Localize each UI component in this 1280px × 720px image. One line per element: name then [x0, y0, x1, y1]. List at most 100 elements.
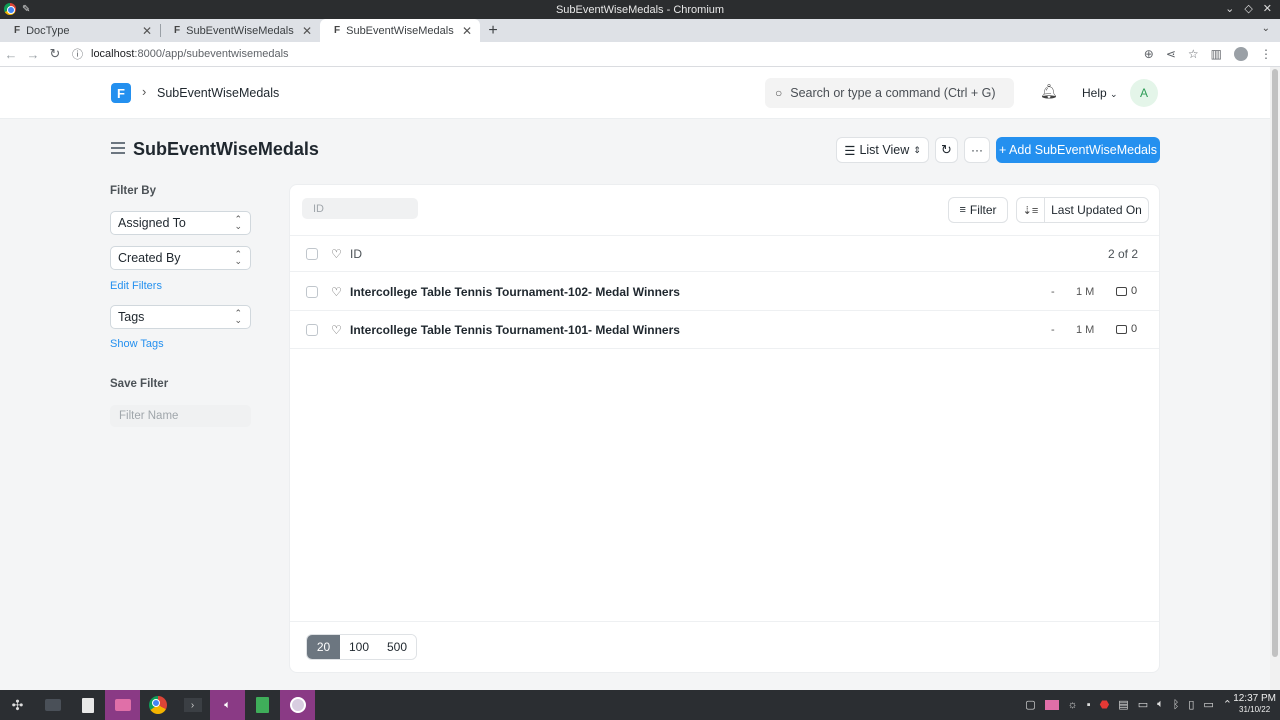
- browser-tab-subeventwisemedals-active[interactable]: F SubEventWiseMedals ✕: [320, 19, 480, 42]
- page-title: SubEventWiseMedals: [133, 139, 319, 159]
- edit-filters-link[interactable]: Edit Filters: [110, 280, 162, 292]
- row-checkbox[interactable]: [306, 286, 318, 298]
- select-all-checkbox[interactable]: [306, 248, 318, 260]
- row-checkbox[interactable]: [306, 324, 318, 336]
- row-status: -: [1051, 324, 1055, 336]
- tab-title: SubEventWiseMedals: [186, 24, 294, 37]
- created-by-label: Created By: [118, 251, 181, 265]
- clock[interactable]: 12:37 PM 31/10/22: [1233, 693, 1276, 715]
- network-icon[interactable]: ☼: [1068, 699, 1078, 711]
- row-comment-count[interactable]: 0: [1116, 285, 1137, 297]
- monitor-icon[interactable]: ▭: [1203, 698, 1213, 711]
- share-icon[interactable]: ⋖: [1166, 47, 1176, 61]
- filter-button[interactable]: ≡ Filter: [948, 197, 1008, 223]
- divider: [290, 348, 1159, 349]
- zoom-icon[interactable]: ⊕: [1144, 47, 1154, 61]
- like-heart-icon[interactable]: ♡: [331, 285, 342, 299]
- maximize-icon[interactable]: ◇: [1244, 2, 1252, 15]
- page-size-100[interactable]: 100: [340, 635, 378, 659]
- security-shield-icon[interactable]: ⬣: [1100, 698, 1110, 711]
- display-icon[interactable]: ▭: [1138, 698, 1148, 711]
- list-view-switcher[interactable]: ☰ List View ⇕: [836, 137, 929, 163]
- refresh-icon: ↻: [941, 142, 952, 157]
- divider: [290, 310, 1159, 311]
- file-manager-icon[interactable]: [105, 690, 140, 720]
- spreadsheet-icon[interactable]: [245, 690, 280, 720]
- assigned-to-select[interactable]: Assigned To ⌃ ⌄: [110, 211, 251, 235]
- profile-icon[interactable]: [1234, 47, 1248, 61]
- add-subeventwisemedals-button[interactable]: + Add SubEventWiseMedals: [996, 137, 1160, 163]
- bluetooth-icon[interactable]: ᛒ: [1173, 699, 1180, 711]
- more-actions-button[interactable]: ···: [964, 137, 990, 163]
- awesome-bar-search[interactable]: ○ Search or type a command (Ctrl + G): [765, 78, 1014, 108]
- list-row-title[interactable]: Intercollege Table Tennis Tournament-102…: [350, 285, 680, 299]
- url-path: :8000/app/subeventwisemedals: [134, 48, 289, 60]
- tab-search-icon[interactable]: ⌄: [1262, 23, 1270, 34]
- page-scrollbar[interactable]: [1270, 67, 1280, 690]
- frappe-logo[interactable]: F: [111, 83, 131, 103]
- tray-expand-icon[interactable]: ⌃: [1223, 698, 1232, 711]
- browser-menu-icon[interactable]: ⋮: [1260, 47, 1272, 61]
- app-launcher-icon[interactable]: ✣: [0, 690, 35, 720]
- new-tab-button[interactable]: +: [480, 19, 506, 42]
- breadcrumb[interactable]: SubEventWiseMedals: [157, 86, 279, 100]
- like-heart-icon[interactable]: ♡: [331, 247, 342, 261]
- bookmark-star-icon[interactable]: ☆: [1188, 47, 1199, 61]
- comment-icon: [1116, 286, 1127, 296]
- battery-icon[interactable]: ▯: [1188, 698, 1194, 711]
- desktop-icon[interactable]: ▢: [1025, 698, 1035, 711]
- browser-tab-subeventwisemedals[interactable]: F SubEventWiseMedals ✕: [160, 19, 320, 42]
- frappe-favicon-icon: F: [174, 25, 181, 36]
- volume-icon[interactable]: 🔈︎: [1157, 698, 1164, 711]
- close-window-icon[interactable]: ✕: [1263, 2, 1272, 15]
- show-tags-link[interactable]: Show Tags: [110, 338, 164, 350]
- system-tray: ▢ ☼ ▪ ⬣ ▤ ▭ 🔈︎ ᛒ ▯ ▭ ⌃: [1025, 698, 1232, 711]
- page-size-20[interactable]: 20: [307, 635, 340, 659]
- assigned-to-label: Assigned To: [118, 216, 186, 230]
- sort-field-button[interactable]: Last Updated On: [1045, 198, 1148, 222]
- tags-label: Tags: [118, 310, 145, 324]
- tab-close-icon[interactable]: ✕: [142, 24, 152, 38]
- id-filter-input[interactable]: ID: [302, 198, 418, 219]
- frappe-favicon-icon: F: [334, 25, 341, 36]
- notification-bell-icon[interactable]: 🔔︎: [1040, 83, 1058, 100]
- row-comment-count[interactable]: 0: [1116, 323, 1137, 335]
- created-by-select[interactable]: Created By ⌃ ⌄: [110, 246, 251, 270]
- notes-icon[interactable]: ▤: [1118, 698, 1128, 711]
- browser-tab-doctype[interactable]: F DocType ✕: [0, 19, 160, 42]
- site-info-icon[interactable]: ⓘ: [72, 46, 83, 62]
- back-icon[interactable]: ←: [0, 47, 22, 62]
- scrollbar-thumb[interactable]: [1272, 69, 1278, 657]
- clipboard-icon[interactable]: ▪: [1087, 699, 1091, 711]
- url-field[interactable]: ⓘ localhost:8000/app/subeventwisemedals: [72, 44, 1144, 65]
- help-dropdown[interactable]: Help ⌄: [1082, 86, 1118, 100]
- sort-direction-button[interactable]: ⇣≡: [1017, 198, 1045, 222]
- pager-icon[interactable]: [1044, 699, 1059, 710]
- like-heart-icon[interactable]: ♡: [331, 323, 342, 337]
- page-size-500[interactable]: 500: [378, 635, 416, 659]
- chromium-logo-icon: [4, 3, 16, 15]
- sort-selector: ⇣≡ Last Updated On: [1016, 197, 1149, 223]
- text-editor-icon[interactable]: [70, 690, 105, 720]
- audio-player-icon[interactable]: 🔈︎: [210, 690, 245, 720]
- sidebar-toggle-icon[interactable]: [111, 142, 125, 157]
- forward-icon[interactable]: →: [22, 47, 44, 62]
- side-panel-icon[interactable]: ▥: [1211, 47, 1222, 61]
- terminal-icon[interactable]: ›: [175, 690, 210, 720]
- tags-select[interactable]: Tags ⌃ ⌄: [110, 305, 251, 329]
- list-row-title[interactable]: Intercollege Table Tennis Tournament-101…: [350, 323, 680, 337]
- tab-close-icon[interactable]: ✕: [302, 24, 312, 38]
- tab-close-icon[interactable]: ✕: [462, 24, 472, 38]
- window-title: SubEventWiseMedals - Chromium: [555, 3, 725, 16]
- reload-icon[interactable]: ↻: [44, 46, 66, 62]
- result-count: 2 of 2: [1108, 247, 1139, 261]
- system-settings-icon[interactable]: [35, 690, 70, 720]
- browser-window-icon[interactable]: [280, 690, 315, 720]
- minimize-icon[interactable]: ⌄: [1225, 2, 1234, 15]
- chrome-icon[interactable]: [140, 690, 175, 720]
- row-modified: 1 M: [1076, 286, 1095, 298]
- filter-name-input[interactable]: Filter Name: [110, 405, 251, 427]
- pin-icon[interactable]: ✎: [22, 4, 30, 15]
- avatar[interactable]: A: [1130, 79, 1158, 107]
- refresh-button[interactable]: ↻: [935, 137, 958, 163]
